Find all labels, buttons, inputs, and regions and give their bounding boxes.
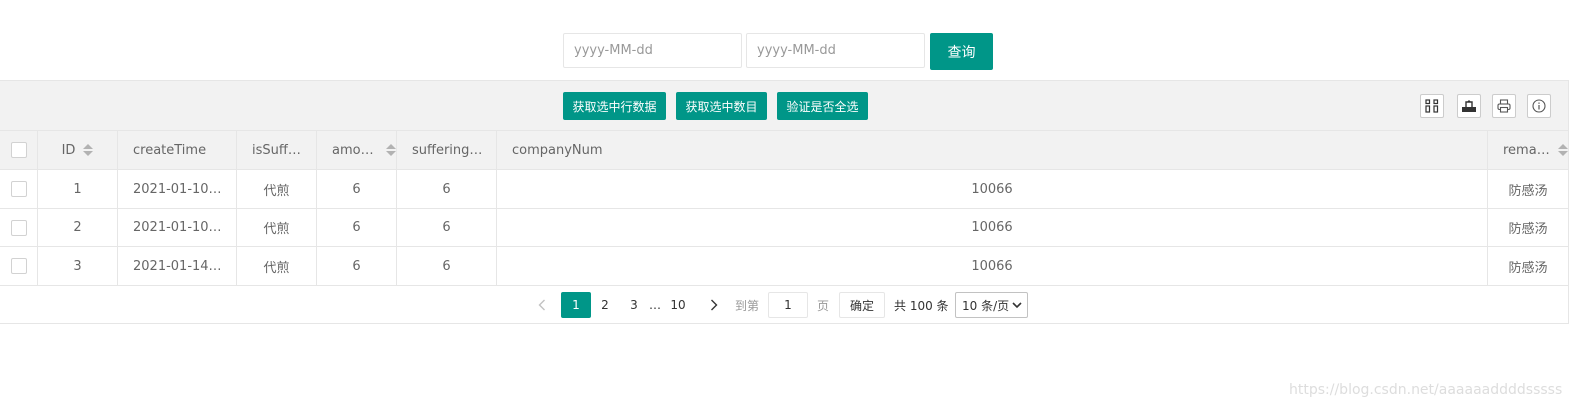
row-select-cell (0, 247, 38, 285)
cell-suffering: 6 (397, 170, 497, 208)
header-companynum-label: companyNum (512, 142, 603, 158)
cell-issuff: 代煎 (237, 209, 317, 246)
info-icon[interactable] (1527, 94, 1551, 118)
header-remark[interactable]: remar… (1488, 131, 1568, 169)
header-suffering-label: suffering… (412, 142, 483, 158)
pagination: 1 2 3 … 10 到第 1 页 确定 共 100 条 10 条/页 (0, 285, 1568, 323)
export-icon[interactable] (1457, 94, 1481, 118)
remark-sort-icon[interactable] (1558, 144, 1568, 156)
page-1-button[interactable]: 1 (561, 292, 591, 318)
table-header: ID createTime isSuff… amou… suffering… c… (0, 131, 1568, 170)
data-table: 获取选中行数据 获取选中数目 验证是否全选 ID createTime isSu… (0, 80, 1569, 324)
row-select-cell (0, 209, 38, 246)
cell-issuff: 代煎 (237, 247, 317, 285)
header-companynum[interactable]: companyNum (497, 131, 1488, 169)
id-sort-icon[interactable] (83, 144, 94, 156)
check-all-selected-button[interactable]: 验证是否全选 (777, 92, 868, 120)
cell-companynum: 10066 (497, 247, 1488, 285)
cell-remark: 防感汤 (1508, 222, 1548, 237)
cell-suffering: 6 (397, 247, 497, 285)
cell-amount: 6 (317, 247, 397, 285)
cell-amount: 6 (317, 209, 397, 246)
row-select-cell (0, 170, 38, 208)
next-page-icon[interactable] (706, 292, 722, 318)
header-issuff-label: isSuff… (252, 142, 301, 158)
cell-companynum: 10066 (497, 170, 1488, 208)
chevron-down-icon (1012, 302, 1022, 309)
cell-companynum: 10066 (497, 209, 1488, 246)
total-count: 共 100 条 (894, 298, 949, 313)
table-row[interactable]: 1 2021-01-10… 代煎 6 6 10066 防感汤 (0, 170, 1568, 209)
header-createtime-label: createTime (133, 142, 207, 158)
cell-amount: 6 (317, 170, 397, 208)
header-suffering[interactable]: suffering… (397, 131, 497, 169)
get-selected-count-button[interactable]: 获取选中数目 (676, 92, 767, 120)
page-2-button[interactable]: 2 (595, 292, 615, 318)
cell-remark: 防感汤 (1508, 260, 1548, 276)
cell-createtime: 2021-01-10… (118, 209, 237, 246)
page-ellipsis: … (649, 298, 661, 312)
print-icon[interactable] (1492, 94, 1516, 118)
row-checkbox[interactable] (10, 258, 27, 274)
end-date-input[interactable] (746, 33, 925, 68)
header-amount[interactable]: amou… (317, 131, 397, 169)
table-row[interactable]: 2 2021-01-10… 代煎 6 6 10066 防感汤 (0, 209, 1568, 247)
header-id[interactable]: ID (38, 131, 118, 169)
cell-id: 2 (38, 209, 118, 246)
cell-createtime: 2021-01-14… (118, 247, 237, 285)
amount-sort-icon[interactable] (386, 144, 396, 156)
header-issuff[interactable]: isSuff… (237, 131, 317, 169)
cell-id: 1 (38, 170, 118, 208)
page-size-select[interactable]: 10 条/页 (955, 292, 1028, 318)
cell-createtime: 2021-01-10… (118, 170, 237, 208)
header-createtime[interactable]: createTime (118, 131, 237, 169)
row-checkbox[interactable] (10, 181, 27, 197)
get-selected-rows-button[interactable]: 获取选中行数据 (563, 92, 666, 120)
start-date-input[interactable] (563, 33, 742, 68)
columns-filter-icon[interactable] (1420, 94, 1444, 118)
table-toolbar: 获取选中行数据 获取选中数目 验证是否全选 (0, 81, 1568, 131)
goto-page-input[interactable]: 1 (768, 292, 808, 318)
header-amount-label: amou… (332, 142, 378, 158)
page-10-button[interactable]: 10 (668, 292, 688, 318)
page-3-button[interactable]: 3 (624, 292, 644, 318)
cell-suffering: 6 (397, 209, 497, 246)
header-id-label: ID (61, 142, 76, 158)
watermark: https://blog.csdn.net/aaaaaaddddsssss (1289, 382, 1563, 398)
page-unit-label: 页 (817, 298, 830, 313)
row-checkbox[interactable] (10, 219, 27, 236)
prev-page-icon[interactable] (534, 292, 550, 318)
cell-issuff: 代煎 (237, 170, 317, 208)
cell-remark: 防感汤 (1508, 183, 1548, 199)
goto-label: 到第 (735, 298, 760, 313)
goto-confirm-button[interactable]: 确定 (839, 292, 885, 318)
table-row[interactable]: 3 2021-01-14… 代煎 6 6 10066 防感汤 (0, 247, 1568, 286)
header-select-all-cell (0, 131, 38, 169)
page-size-value: 10 条/页 (962, 298, 1010, 313)
cell-id: 3 (38, 247, 118, 285)
header-remark-label: remar… (1503, 142, 1554, 158)
query-button[interactable]: 查询 (930, 33, 993, 70)
select-all-checkbox[interactable] (10, 142, 27, 158)
